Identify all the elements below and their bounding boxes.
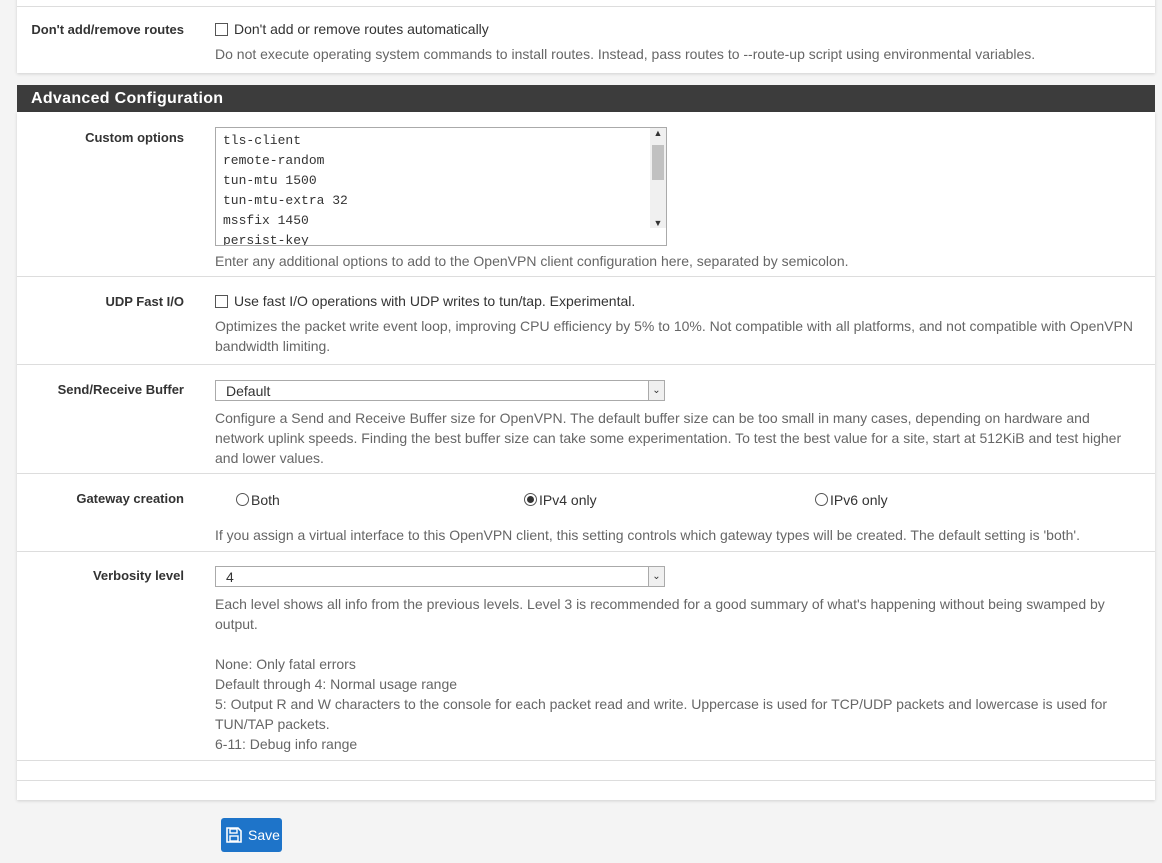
gateway-label: Gateway creation (76, 491, 184, 506)
radio-icon[interactable] (236, 493, 249, 506)
scrollbar[interactable]: ▲ ▼ (650, 128, 666, 228)
custom-option-line: persist-key (223, 233, 309, 246)
custom-options-textarea[interactable]: tls-client remote-random tun-mtu 1500 tun-m… (215, 127, 667, 246)
custom-option-line: remote-random (223, 153, 325, 168)
floppy-disk-icon (226, 827, 242, 843)
save-label: Save (248, 827, 280, 843)
verbosity-level-item: 6-11: Debug info range (215, 736, 358, 752)
routes-checkbox[interactable] (215, 23, 228, 36)
gateway-radio-ipv6[interactable]: IPv6 only (815, 492, 888, 508)
custom-options-help: Enter any additional options to add to t… (215, 253, 849, 269)
divider (17, 276, 1155, 277)
section-title: Advanced Configuration (31, 90, 224, 107)
custom-option-line: tls-client (223, 133, 302, 148)
radio-icon[interactable] (815, 493, 828, 506)
scroll-down-icon[interactable]: ▼ (650, 218, 666, 228)
buffer-help: Configure a Send and Receive Buffer size… (215, 410, 1122, 466)
buffer-label: Send/Receive Buffer (57, 382, 184, 397)
divider (17, 364, 1155, 365)
verbosity-select[interactable]: 4 ⌄ (215, 566, 665, 587)
radio-label: Both (251, 492, 280, 508)
udp-fast-io-checkbox-row[interactable]: Use fast I/O operations with UDP writes … (215, 293, 635, 309)
scroll-thumb[interactable] (652, 145, 664, 180)
divider (17, 473, 1155, 474)
save-button[interactable]: Save (221, 818, 282, 852)
routes-checkbox-row[interactable]: Don't add or remove routes automatically (215, 21, 489, 37)
gateway-radio-ipv4[interactable]: IPv4 only (524, 492, 597, 508)
udp-fast-io-label: UDP Fast I/O (105, 294, 184, 309)
routes-checkbox-label: Don't add or remove routes automatically (234, 21, 489, 37)
gateway-help: If you assign a virtual interface to thi… (215, 527, 1080, 543)
routes-label: Don't add/remove routes (31, 22, 184, 37)
divider (17, 6, 1155, 7)
udp-fast-io-checkbox-label: Use fast I/O operations with UDP writes … (234, 293, 636, 309)
divider (17, 551, 1155, 552)
verbosity-level-item: Default through 4: Normal usage range (215, 676, 458, 692)
udp-fast-io-checkbox[interactable] (215, 295, 228, 308)
buffer-select[interactable]: Default ⌄ (215, 380, 665, 401)
verbosity-level-item: None: Only fatal errors (215, 656, 356, 672)
divider (17, 760, 1155, 761)
scroll-up-icon[interactable]: ▲ (650, 128, 666, 138)
buffer-value: Default (226, 383, 271, 399)
chevron-down-icon: ⌄ (648, 567, 664, 586)
verbosity-help: Each level shows all info from the previ… (215, 594, 1140, 754)
udp-fast-io-help: Optimizes the packet write event loop, i… (215, 318, 1133, 354)
verbosity-level-item: 5: Output R and W characters to the cons… (215, 696, 1108, 732)
chevron-down-icon: ⌄ (648, 381, 664, 400)
radio-label: IPv6 only (830, 492, 888, 508)
radio-label: IPv4 only (539, 492, 597, 508)
verbosity-help-text: Each level shows all info from the previ… (215, 596, 1105, 632)
custom-options-label: Custom options (85, 130, 184, 145)
custom-option-line: mssfix 1450 (223, 213, 309, 228)
section-header: Advanced Configuration (17, 85, 1155, 112)
verbosity-label: Verbosity level (92, 568, 184, 583)
routes-help: Do not execute operating system commands… (215, 46, 1036, 62)
custom-option-line: tun-mtu-extra 32 (223, 193, 348, 208)
custom-option-line: tun-mtu 1500 (223, 173, 317, 188)
radio-icon[interactable] (524, 493, 537, 506)
verbosity-value: 4 (226, 569, 234, 585)
divider (17, 780, 1155, 781)
gateway-radio-both[interactable]: Both (236, 492, 280, 508)
